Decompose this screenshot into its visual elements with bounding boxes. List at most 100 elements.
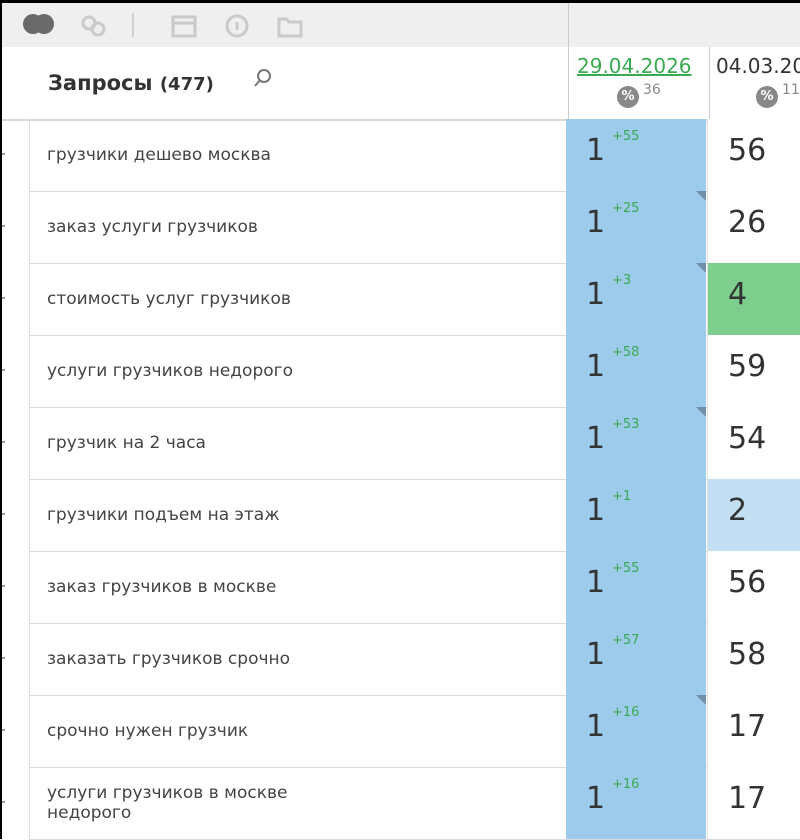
toolbar-right-area — [568, 3, 800, 47]
queries-count: (477) — [159, 74, 214, 95]
table-row[interactable]: грузчик на 2 часа 1 +53 54 — [2, 407, 800, 480]
search-icon[interactable] — [253, 68, 273, 88]
prev-position-value: 54 — [728, 421, 767, 456]
note-corner-marker[interactable] — [696, 191, 706, 201]
prev-position-cell[interactable]: 17 — [707, 767, 800, 839]
note-corner-marker[interactable] — [696, 407, 706, 417]
table-row[interactable]: услуги грузчиков недорого 1 +58 59 — [2, 335, 800, 408]
query-text[interactable]: грузчики дешево москва — [47, 145, 347, 165]
query-text[interactable]: грузчик на 2 часа — [47, 433, 347, 453]
toggle-view-icon[interactable] — [22, 13, 56, 35]
avg-position: 11 — [782, 82, 800, 98]
position-cell[interactable]: 1 +25 — [566, 191, 706, 263]
position-delta: +53 — [612, 417, 640, 432]
position-value: 1 — [586, 133, 606, 168]
position-delta: +1 — [612, 489, 632, 504]
position-cell[interactable]: 1 +16 — [566, 695, 706, 767]
position-value: 1 — [586, 637, 606, 672]
link-icon[interactable] — [80, 14, 108, 38]
table-row[interactable]: срочно нужен грузчик 1 +16 17 — [2, 695, 800, 768]
position-delta: +55 — [612, 129, 640, 144]
queries-title-text: Запросы — [48, 71, 153, 95]
query-text[interactable]: грузчики подъем на этаж — [47, 505, 347, 525]
row-marker — [2, 801, 5, 803]
prev-position-cell[interactable]: 17 — [707, 695, 800, 767]
prev-position-value: 59 — [728, 349, 767, 384]
percent-icon: % — [617, 86, 639, 108]
position-cell[interactable]: 1 +53 — [566, 407, 706, 479]
row-marker — [2, 297, 5, 299]
table-row[interactable]: заказ услуги грузчиков 1 +25 26 — [2, 191, 800, 264]
position-value: 1 — [586, 205, 606, 240]
position-value: 1 — [586, 349, 606, 384]
prev-position-value: 17 — [728, 781, 767, 816]
position-value: 1 — [586, 421, 606, 456]
table-row[interactable]: заказать грузчиков срочно 1 +57 58 — [2, 623, 800, 696]
table-header: Запросы (477) 29.04.2026 % 36 04.03.2026… — [2, 47, 800, 121]
prev-position-cell[interactable]: 4 — [707, 263, 800, 335]
date-link[interactable]: 29.04.2026 — [577, 54, 692, 78]
prev-position-value: 2 — [728, 493, 748, 528]
prev-position-cell[interactable]: 56 — [707, 119, 800, 191]
query-text[interactable]: заказать грузчиков срочно — [47, 649, 347, 669]
position-delta: +25 — [612, 201, 640, 216]
toolbar-divider — [132, 13, 134, 37]
calendar-icon[interactable] — [170, 14, 198, 38]
row-marker — [2, 441, 5, 443]
prev-position-value: 17 — [728, 709, 767, 744]
position-cell[interactable]: 1 +55 — [566, 551, 706, 623]
position-delta: +16 — [612, 777, 640, 792]
prev-position-value: 56 — [728, 565, 767, 600]
row-marker — [2, 225, 5, 227]
table-row[interactable]: стоимость услуг грузчиков 1 +3 4 — [2, 263, 800, 336]
queries-title: Запросы (477) — [48, 71, 214, 95]
query-text[interactable]: услуги грузчиков в москве недорого — [47, 783, 347, 823]
position-cell[interactable]: 1 +58 — [566, 335, 706, 407]
row-marker — [2, 657, 5, 659]
folder-icon[interactable] — [276, 14, 304, 38]
query-text[interactable]: услуги грузчиков недорого — [47, 361, 347, 381]
row-marker — [2, 729, 5, 731]
position-cell[interactable]: 1 +55 — [566, 119, 706, 191]
position-delta: +57 — [612, 633, 640, 648]
prev-position-value: 58 — [728, 637, 767, 672]
position-value: 1 — [586, 493, 606, 528]
prev-position-cell[interactable]: 58 — [707, 623, 800, 695]
date-label[interactable]: 04.03.2026 — [716, 54, 800, 78]
query-text[interactable]: срочно нужен грузчик — [47, 721, 347, 741]
note-corner-marker[interactable] — [696, 263, 706, 273]
date-column-header[interactable]: 29.04.2026 % 36 — [568, 47, 709, 119]
table-row[interactable]: грузчики дешево москва 1 +55 56 — [2, 119, 800, 192]
row-marker — [2, 513, 5, 515]
prev-position-cell[interactable]: 2 — [707, 479, 800, 551]
row-marker — [2, 369, 5, 371]
prev-position-cell[interactable]: 59 — [707, 335, 800, 407]
query-text[interactable]: заказ грузчиков в москве — [47, 577, 347, 597]
row-marker — [2, 585, 5, 587]
note-corner-marker[interactable] — [696, 695, 706, 705]
prev-position-cell[interactable]: 56 — [707, 551, 800, 623]
position-delta: +55 — [612, 561, 640, 576]
query-text[interactable]: заказ услуги грузчиков — [47, 217, 347, 237]
prev-position-value: 4 — [728, 277, 748, 312]
position-cell[interactable]: 1 +3 — [566, 263, 706, 335]
percent-icon: % — [756, 86, 778, 108]
position-cell[interactable]: 1 +57 — [566, 623, 706, 695]
query-text[interactable]: стоимость услуг грузчиков — [47, 289, 347, 309]
info-icon[interactable] — [224, 14, 252, 38]
table-row[interactable]: грузчики подъем на этаж 1 +1 2 — [2, 479, 800, 552]
position-cell[interactable]: 1 +1 — [566, 479, 706, 551]
row-selector-strip — [2, 119, 30, 839]
prev-position-cell[interactable]: 54 — [707, 407, 800, 479]
table-row[interactable]: заказ грузчиков в москве 1 +55 56 — [2, 551, 800, 624]
row-marker — [2, 153, 5, 155]
table-row[interactable]: услуги грузчиков в москве недорого 1 +16 17 — [2, 767, 800, 840]
position-value: 1 — [586, 781, 606, 816]
prev-position-value: 26 — [728, 205, 767, 240]
date-column-header[interactable]: 04.03.2026 % 11 — [709, 47, 800, 119]
position-value: 1 — [586, 565, 606, 600]
position-delta: +3 — [612, 273, 632, 288]
toolbar — [2, 3, 568, 48]
prev-position-cell[interactable]: 26 — [707, 191, 800, 263]
position-cell[interactable]: 1 +16 — [566, 767, 706, 839]
